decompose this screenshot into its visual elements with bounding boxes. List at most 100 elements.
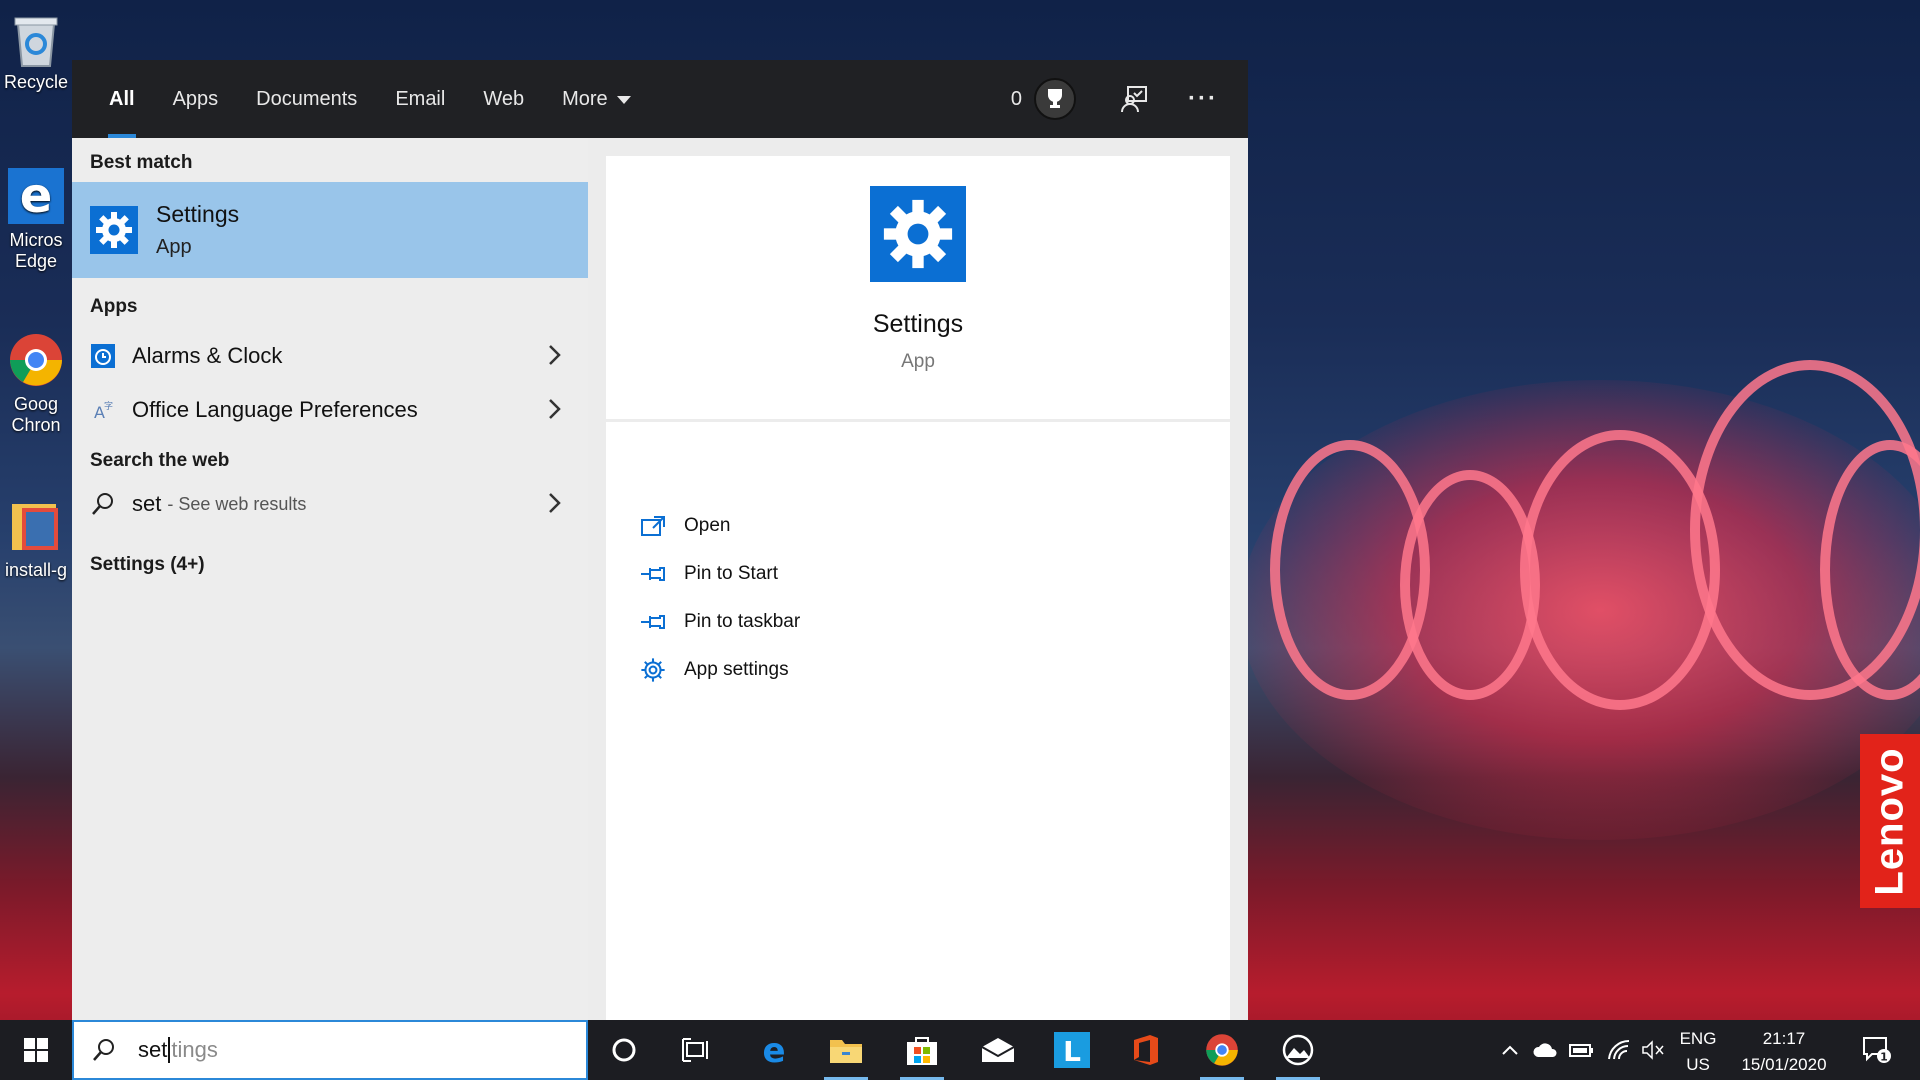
gear-icon <box>640 657 666 683</box>
windows-icon <box>24 1038 48 1062</box>
volume-tray[interactable] <box>1638 1020 1668 1080</box>
action-center-button[interactable]: 1 <box>1852 1020 1902 1080</box>
desktop-icon-label: Micros Edge <box>9 230 63 271</box>
svg-text:字: 字 <box>104 400 113 412</box>
clock-time: 21:17 <box>1762 1029 1806 1048</box>
desktop-icon-microsoft-edge[interactable]: e Micros Edge <box>0 168 72 272</box>
mail-icon <box>981 1038 1015 1062</box>
app-result-alarms-clock[interactable]: Alarms & Clock <box>72 330 588 382</box>
rewards-badge-icon[interactable] <box>1034 78 1077 120</box>
app-result-office-language[interactable]: A字 Office Language Preferences <box>72 384 588 436</box>
preview-pane: Settings App Open Pin to Start Pin to ta… <box>606 156 1230 1020</box>
lenovo-logo: Lenovo <box>1860 734 1920 908</box>
section-search-web: Search the web <box>90 450 230 471</box>
l-app-icon: L <box>1054 1032 1090 1068</box>
action-label: Open <box>684 515 731 536</box>
chevron-right-icon[interactable] <box>548 344 562 366</box>
tab-apps[interactable]: Apps <box>154 60 238 138</box>
pin-icon <box>640 561 666 587</box>
chrome-icon <box>1206 1034 1238 1066</box>
edge-icon: e <box>762 1034 785 1066</box>
onedrive-tray[interactable] <box>1530 1020 1560 1080</box>
tab-all[interactable]: All <box>90 60 154 138</box>
preview-title: Settings <box>872 310 964 338</box>
best-match-result[interactable]: Settings App <box>72 182 588 278</box>
taskbar-file-explorer[interactable] <box>818 1020 874 1080</box>
notification-count: 1 <box>1880 1051 1888 1064</box>
preview-subtitle: App <box>901 351 935 372</box>
web-hint: - See web results <box>167 493 307 514</box>
taskbar-edge[interactable]: e <box>746 1020 802 1080</box>
photos-icon <box>1282 1034 1314 1066</box>
action-open[interactable]: Open <box>640 506 730 546</box>
web-query: set <box>132 491 162 516</box>
web-result[interactable]: set - See web results <box>72 478 588 530</box>
section-settings-more[interactable]: Settings (4+) <box>90 554 205 576</box>
taskbar-office[interactable] <box>1118 1020 1174 1080</box>
desktop-icon-google-chrome[interactable]: Goog Chron <box>0 332 72 436</box>
language-icon: A字 <box>90 397 116 423</box>
desktop-icon-label: Recycle <box>3 72 69 92</box>
search-icon <box>90 491 116 517</box>
action-label: Pin to Start <box>684 563 778 584</box>
search-scope-bar: All Apps Documents Email Web More 0 ··· <box>72 60 1248 138</box>
chevron-right-icon[interactable] <box>548 398 562 420</box>
start-button[interactable] <box>0 1020 72 1080</box>
action-pin-to-taskbar[interactable]: Pin to taskbar <box>640 602 800 642</box>
more-options-icon[interactable]: ··· <box>1188 85 1218 113</box>
desktop-icon-label: install-g <box>4 560 68 580</box>
rewards-points: 0 <box>1010 87 1023 110</box>
battery-icon <box>1569 1044 1593 1057</box>
notification-icon: 1 <box>1863 1037 1891 1064</box>
topbar-actions: 0 ··· <box>1011 60 1248 138</box>
action-app-settings[interactable]: App settings <box>640 650 789 690</box>
taskbar-mail[interactable] <box>970 1020 1026 1080</box>
scope-tabs: All Apps Documents Email Web More <box>72 60 650 138</box>
best-match-subtitle: App <box>156 236 192 258</box>
settings-app-icon <box>870 186 966 282</box>
office-icon <box>1134 1035 1158 1065</box>
edge-icon: e <box>8 168 64 224</box>
taskbar: set tings e L ENG US 21:17 15/01/2020 1 <box>0 1020 1920 1080</box>
input-language[interactable]: ENG US <box>1672 1026 1724 1078</box>
taskbar-chrome[interactable] <box>1194 1020 1250 1080</box>
taskbar-search-input[interactable]: set tings <box>72 1020 588 1080</box>
wallpaper-ring <box>1400 470 1540 700</box>
feedback-icon[interactable] <box>1114 79 1154 119</box>
search-typed-text: set <box>138 1037 168 1062</box>
desktop-icon-recycle-bin[interactable]: Recycle <box>0 10 72 93</box>
taskbar-store[interactable] <box>894 1020 950 1080</box>
wifi-tray[interactable] <box>1604 1020 1634 1080</box>
cortana-button[interactable] <box>596 1020 652 1080</box>
svg-text:L: L <box>1063 1035 1081 1068</box>
search-icon <box>92 1037 118 1063</box>
desktop-icon-install-guide[interactable]: install-g <box>0 498 72 581</box>
start-search-panel: All Apps Documents Email Web More 0 ··· … <box>72 60 1248 1020</box>
chrome-icon <box>8 332 64 388</box>
folder-icon <box>8 498 64 554</box>
task-view-button[interactable] <box>668 1020 724 1080</box>
desktop-icon-label: Goog Chron <box>11 394 61 435</box>
show-hidden-icons[interactable] <box>1496 1020 1524 1080</box>
file-explorer-icon <box>830 1040 862 1063</box>
alarm-clock-icon <box>90 343 116 369</box>
language-code: ENG <box>1679 1029 1717 1048</box>
caret-down-icon <box>616 96 631 104</box>
app-result-label: Office Language Preferences <box>132 397 418 422</box>
pin-icon <box>640 609 666 635</box>
tab-email[interactable]: Email <box>376 60 464 138</box>
battery-tray[interactable] <box>1566 1020 1596 1080</box>
tab-web[interactable]: Web <box>464 60 543 138</box>
tab-documents[interactable]: Documents <box>237 60 376 138</box>
store-icon <box>907 1037 937 1065</box>
action-pin-to-start[interactable]: Pin to Start <box>640 554 778 594</box>
best-match-title: Settings <box>156 201 240 227</box>
taskbar-l-app[interactable]: L <box>1044 1020 1100 1080</box>
chevron-up-icon <box>1502 1045 1518 1055</box>
chevron-right-icon[interactable] <box>548 492 562 514</box>
taskbar-photos[interactable] <box>1270 1020 1326 1080</box>
clock[interactable]: 21:17 15/01/2020 <box>1734 1026 1834 1078</box>
tab-more[interactable]: More <box>543 60 650 138</box>
action-label: Pin to taskbar <box>684 611 801 632</box>
cortana-icon <box>612 1038 636 1062</box>
